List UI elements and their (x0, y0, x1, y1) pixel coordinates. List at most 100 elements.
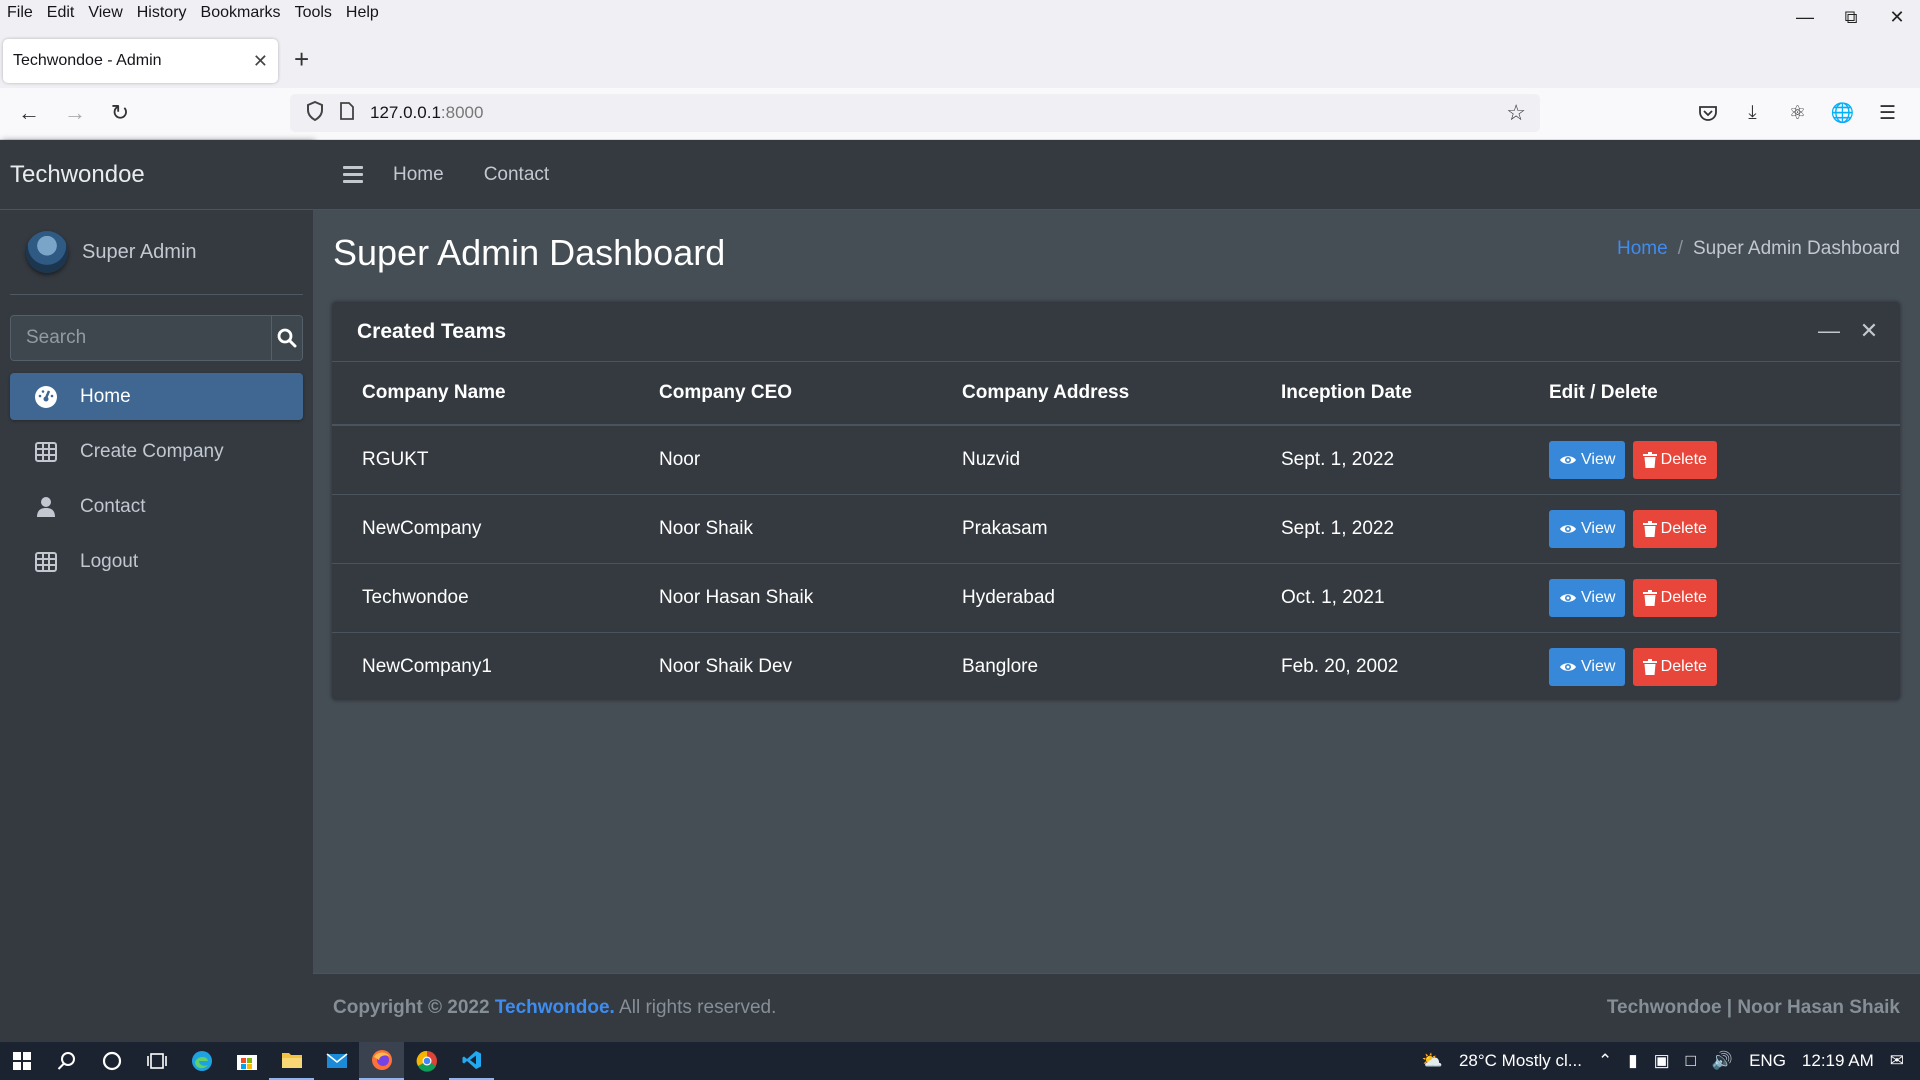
table-header-row: Company Name Company CEO Company Address… (332, 362, 1900, 426)
delete-button[interactable]: Delete (1632, 440, 1717, 479)
volume-icon[interactable]: 🔊 (1712, 1051, 1733, 1071)
sidebar-toggle-icon[interactable] (343, 166, 363, 183)
sidebar: Techwondoe Super Admin Home Create Compa… (0, 140, 313, 1042)
network-icon[interactable]: □ (1686, 1051, 1696, 1071)
footer-brand-link[interactable]: Techwondoe. (495, 997, 615, 1018)
company-name-cell: Techwondoe (332, 563, 629, 633)
system-tray: ⛅ 28°C Mostly cl... ⌃ ▮ ▣ □ 🔊 ENG 12:19 … (1422, 1042, 1920, 1080)
inception-date-cell: Feb. 20, 2002 (1281, 655, 1399, 677)
taskbar-search-icon[interactable] (44, 1042, 89, 1080)
collapse-icon[interactable]: — (1818, 318, 1840, 343)
menu-edit[interactable]: Edit (40, 4, 82, 22)
vscode-icon[interactable] (449, 1042, 494, 1080)
actions-cell: View Delete (1519, 632, 1900, 701)
reload-icon[interactable]: ↻ (103, 96, 137, 130)
company-ceo-cell: Noor Hasan Shaik (629, 563, 932, 633)
created-teams-card: Created Teams — ✕ Company Name Company C… (332, 302, 1900, 700)
company-ceo-cell: Noor Shaik (629, 494, 932, 564)
menu-history[interactable]: History (130, 4, 194, 22)
close-icon[interactable]: ✕ (1858, 318, 1880, 343)
delete-button[interactable]: Delete (1632, 578, 1717, 617)
taskbar: ⛅ 28°C Mostly cl... ⌃ ▮ ▣ □ 🔊 ENG 12:19 … (0, 1042, 1920, 1080)
notifications-icon[interactable]: ✉ (1890, 1051, 1904, 1071)
sidebar-item-create-company[interactable]: Create Company (10, 428, 303, 475)
view-button[interactable]: View (1549, 440, 1626, 479)
new-tab-icon[interactable]: + (294, 44, 309, 75)
view-label: View (1581, 519, 1616, 537)
user-name[interactable]: Super Admin (82, 241, 197, 264)
column-header: Company Address (932, 362, 1251, 426)
toolbar-icons: ⤓ ⚛ 🌐 ☰ (1685, 96, 1910, 130)
url-bar[interactable]: 127.0.0.1:8000 ☆ (290, 94, 1540, 132)
search-button[interactable] (271, 316, 302, 360)
delete-label: Delete (1660, 519, 1707, 537)
clock[interactable]: 12:19 AM (1802, 1051, 1874, 1071)
sidebar-item-home[interactable]: Home (10, 373, 303, 420)
topnav-contact-link[interactable]: Contact (484, 164, 549, 186)
menu-view[interactable]: View (81, 4, 129, 22)
sidebar-item-label: Logout (80, 550, 139, 572)
task-view-icon[interactable] (134, 1042, 179, 1080)
menu-bookmarks[interactable]: Bookmarks (194, 4, 288, 22)
actions-cell: View Delete (1519, 425, 1900, 495)
edge-icon[interactable] (179, 1042, 224, 1080)
hamburger-menu-icon[interactable]: ☰ (1865, 96, 1910, 130)
brand-link[interactable]: Techwondoe (0, 140, 313, 210)
shield-icon[interactable] (306, 100, 324, 126)
company-name-cell: RGUKT (332, 425, 629, 495)
chrome-icon[interactable] (404, 1042, 449, 1080)
store-icon[interactable] (224, 1042, 269, 1080)
breadcrumb-home-link[interactable]: Home (1617, 238, 1668, 259)
tab-close-icon[interactable]: ✕ (253, 51, 268, 72)
delete-button[interactable]: Delete (1632, 509, 1717, 548)
bookmark-star-icon[interactable]: ☆ (1506, 100, 1526, 126)
globe-icon[interactable]: 🌐 (1820, 96, 1865, 130)
language-indicator[interactable]: ENG (1749, 1051, 1786, 1071)
windows-start-icon[interactable] (0, 1042, 44, 1080)
search-input[interactable] (11, 316, 271, 360)
trash-icon (1642, 658, 1657, 675)
eye-icon (1559, 523, 1577, 535)
delete-label: Delete (1660, 657, 1707, 675)
battery-icon[interactable]: ▮ (1628, 1051, 1637, 1071)
menu-file[interactable]: File (0, 4, 40, 22)
rights-text: All rights reserved. (619, 997, 777, 1018)
company-ceo-cell: Noor (629, 425, 932, 495)
cortana-icon[interactable] (89, 1042, 134, 1080)
view-button[interactable]: View (1549, 578, 1626, 617)
grid-icon (34, 550, 58, 574)
mail-icon[interactable] (314, 1042, 359, 1080)
company-address-cell: Nuzvid (932, 425, 1251, 495)
file-explorer-icon[interactable] (269, 1042, 314, 1080)
firefox-icon[interactable] (359, 1042, 404, 1080)
company-ceo-cell: Noor Shaik Dev (659, 655, 793, 677)
view-button[interactable]: View (1549, 647, 1626, 686)
page-icon (340, 101, 354, 125)
meet-now-icon[interactable]: ▣ (1654, 1051, 1670, 1071)
company-address-cell: Hyderabad (932, 563, 1251, 633)
browser-tab[interactable]: Techwondoe - Admin ✕ (3, 39, 278, 83)
sidebar-item-label: Home (80, 385, 131, 407)
weather-icon[interactable]: ⛅ (1422, 1051, 1443, 1071)
sidebar-item-contact[interactable]: Contact (10, 483, 303, 530)
weather-text[interactable]: 28°C Mostly cl... (1459, 1051, 1582, 1071)
downloads-icon[interactable]: ⤓ (1730, 96, 1775, 130)
company-name-cell: NewCompany1 (362, 655, 492, 677)
menu-help[interactable]: Help (339, 4, 386, 22)
extensions-icon[interactable]: ⚛ (1775, 96, 1820, 130)
sidebar-item-logout[interactable]: Logout (10, 538, 303, 585)
pocket-icon[interactable] (1685, 96, 1730, 130)
inception-date-cell: Oct. 1, 2021 (1251, 563, 1519, 633)
trash-icon (1642, 520, 1657, 537)
footer: Copyright © 2022 Techwondoe. All rights … (313, 973, 1920, 1042)
trash-icon (1642, 451, 1657, 468)
forward-icon[interactable]: → (58, 96, 92, 130)
menu-tools[interactable]: Tools (288, 4, 339, 22)
delete-button[interactable]: Delete (1632, 647, 1717, 686)
column-header: Inception Date (1251, 362, 1519, 426)
view-button[interactable]: View (1549, 509, 1626, 548)
tray-chevron-icon[interactable]: ⌃ (1598, 1051, 1612, 1071)
topnav-home-link[interactable]: Home (393, 164, 444, 186)
table-row: NewCompany1 Noor Shaik Dev Banglore Feb.… (332, 632, 1900, 701)
back-icon[interactable]: ← (12, 96, 46, 130)
